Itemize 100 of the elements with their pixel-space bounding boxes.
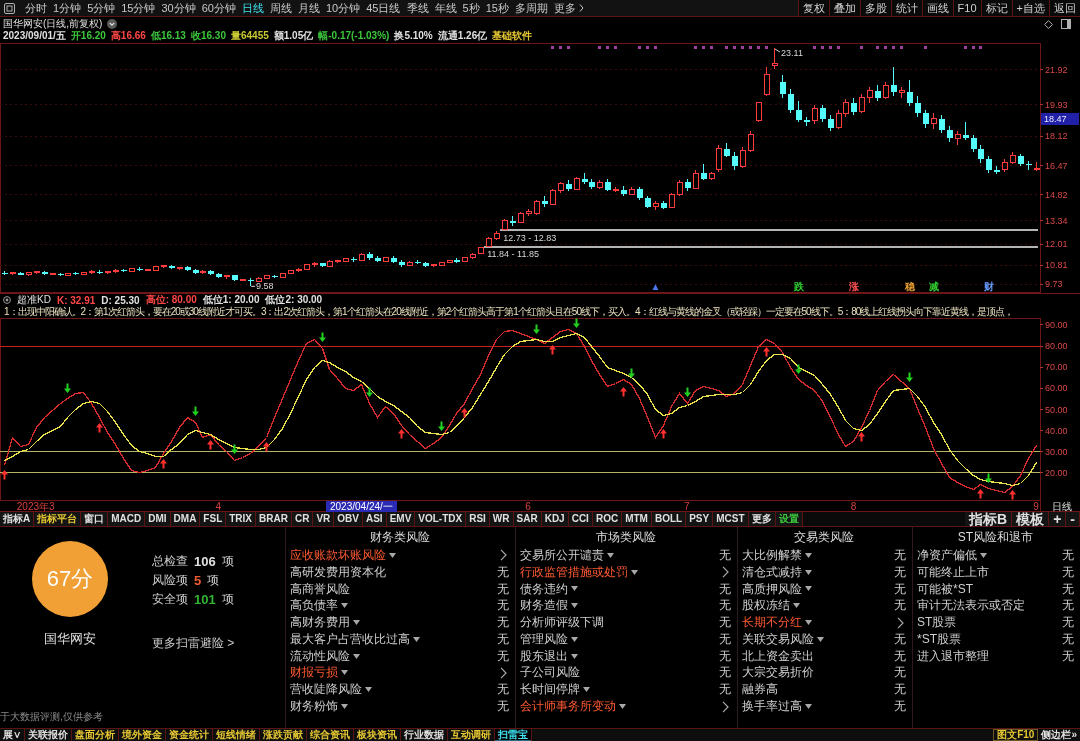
bottom-tab[interactable]: 境外资金	[119, 729, 166, 741]
indicator-tab[interactable]: BRAR	[256, 512, 292, 526]
indicator-tab[interactable]: MACD	[108, 512, 146, 526]
caret-icon[interactable]	[341, 603, 348, 609]
chevron-icon[interactable]	[897, 616, 904, 629]
risk-item[interactable]: 股东退出	[520, 647, 568, 665]
more-link[interactable]: 更多扫雷避险 >	[152, 635, 235, 652]
risk-item[interactable]: 长期不分红	[742, 614, 802, 632]
indicator-tab[interactable]: DMA	[170, 512, 201, 526]
indicator-tab[interactable]: 指标B	[965, 512, 1013, 526]
indicator-tab[interactable]: BOLL	[651, 512, 687, 526]
caret-icon[interactable]	[805, 569, 812, 575]
caret-icon[interactable]	[805, 620, 812, 626]
risk-item[interactable]: 最大客户占营收比过高	[290, 630, 410, 648]
indicator-tab[interactable]: ROC	[592, 512, 623, 526]
bottom-button[interactable]: 图文F10	[993, 729, 1039, 741]
toolbar-button[interactable]: F10	[952, 0, 981, 16]
bottom-tab[interactable]: 展∨	[0, 729, 25, 741]
indicator-tab[interactable]: EMV	[386, 512, 416, 526]
risk-item[interactable]: 应收账款坏账风险	[290, 546, 386, 564]
risk-item[interactable]: 高财务费用	[290, 614, 350, 632]
indicator-tab[interactable]: MTM	[622, 512, 652, 526]
caret-icon[interactable]	[365, 687, 372, 693]
period-tab[interactable]: 1分钟	[50, 0, 85, 16]
indicator-tab[interactable]: CCI	[568, 512, 593, 526]
indicator-tab[interactable]: WR	[489, 512, 514, 526]
period-tab[interactable]: 5分钟	[84, 0, 119, 16]
bottom-tab[interactable]: 资金统计	[166, 729, 213, 741]
risk-item[interactable]: 流动性风险	[290, 647, 350, 665]
bottom-tab[interactable]: 扫雷宝	[495, 729, 532, 741]
risk-item[interactable]: 换手率过高	[742, 698, 802, 716]
period-tab[interactable]: 15秒	[482, 0, 512, 16]
caret-icon[interactable]	[980, 552, 987, 558]
caret-icon[interactable]	[805, 552, 812, 558]
indicator-tab[interactable]: DMI	[145, 512, 171, 526]
period-tab[interactable]: 季线	[403, 0, 432, 16]
indicator-tab[interactable]: 更多	[748, 512, 776, 526]
bottom-tab[interactable]: 综合资讯	[307, 729, 354, 741]
indicator-tab[interactable]: OBV	[334, 512, 363, 526]
toolbar-button[interactable]: 标记	[980, 0, 1012, 16]
indicator-tab[interactable]: TRIX	[226, 512, 257, 526]
toolbar-button[interactable]: 统计	[890, 0, 922, 16]
risk-item[interactable]: 关联交易风险	[742, 630, 814, 648]
caret-icon[interactable]	[571, 653, 578, 659]
indicator-tab[interactable]: ASI	[362, 512, 387, 526]
risk-item[interactable]: 长时间停牌	[520, 681, 580, 699]
period-tab[interactable]: 10分钟	[323, 0, 364, 16]
toolbar-button[interactable]: +自选	[1011, 0, 1049, 16]
bottom-tab[interactable]: 互动调研	[448, 729, 495, 741]
indicator-tab[interactable]: RSI	[466, 512, 490, 526]
caret-icon[interactable]	[793, 603, 800, 609]
caret-icon[interactable]	[571, 636, 578, 642]
caret-icon[interactable]	[619, 704, 626, 710]
indicator-tab[interactable]: KDJ	[541, 512, 569, 526]
period-tab[interactable]: 日线	[239, 0, 267, 16]
risk-item[interactable]: 股权冻结	[742, 597, 790, 615]
toolbar-button[interactable]: 返回	[1049, 0, 1080, 16]
risk-item[interactable]: 营收陡降风险	[290, 681, 362, 699]
caret-icon[interactable]	[805, 586, 812, 592]
risk-item[interactable]: 财务粉饰	[290, 698, 338, 716]
caret-icon[interactable]	[353, 620, 360, 626]
caret-icon[interactable]	[583, 687, 590, 693]
period-tab[interactable]: 月线	[295, 0, 323, 16]
indicator-tab[interactable]: CR	[291, 512, 314, 526]
circle-icon[interactable]	[3, 296, 11, 304]
indicator-tab[interactable]: 指标平台	[34, 512, 82, 526]
panel-icon[interactable]	[1061, 19, 1071, 29]
period-tab[interactable]: 周线	[267, 0, 295, 16]
period-tab[interactable]: 45日线	[363, 0, 404, 16]
indicator-tab[interactable]: SAR	[513, 512, 542, 526]
risk-item[interactable]: 财报亏损	[290, 664, 338, 682]
period-tab[interactable]: 15分钟	[118, 0, 159, 16]
caret-icon[interactable]	[607, 552, 614, 558]
caret-icon[interactable]	[341, 670, 348, 676]
risk-item[interactable]: 高负债率	[290, 597, 338, 615]
period-tab[interactable]: 5秒	[459, 0, 483, 16]
toolbar-button[interactable]: 复权	[797, 0, 829, 16]
period-tab[interactable]: 年线	[431, 0, 460, 16]
caret-icon[interactable]	[389, 552, 396, 558]
panel-icon[interactable]	[4, 2, 15, 14]
bottom-tab[interactable]: 行业数据	[401, 729, 448, 741]
risk-item[interactable]: 会计师事务所变动	[520, 698, 616, 716]
period-tab[interactable]: 分时	[22, 0, 50, 16]
indicator-tab[interactable]: +	[1049, 512, 1067, 526]
chevron-icon[interactable]	[722, 700, 729, 713]
indicator-tab[interactable]: VOL-TDX	[415, 512, 467, 526]
bottom-button[interactable]: 侧边栏»	[1038, 729, 1080, 741]
indicator-tab[interactable]: 指标A	[0, 512, 35, 526]
toolbar-button[interactable]: 叠加	[828, 0, 860, 16]
risk-item[interactable]: 管理风险	[520, 630, 568, 648]
caret-icon[interactable]	[341, 704, 348, 710]
chevron-icon[interactable]	[500, 666, 507, 679]
toolbar-button[interactable]: 画线	[921, 0, 953, 16]
indicator-tab[interactable]: MCST	[713, 512, 749, 526]
diamond-icon[interactable]	[1044, 19, 1053, 29]
risk-item[interactable]: 财务造假	[520, 597, 568, 615]
indicator-tab[interactable]: VR	[313, 512, 335, 526]
caret-icon[interactable]	[413, 636, 420, 642]
indicator-tab[interactable]: FSL	[200, 512, 227, 526]
risk-item[interactable]: 交易所公开谴责	[520, 546, 604, 564]
